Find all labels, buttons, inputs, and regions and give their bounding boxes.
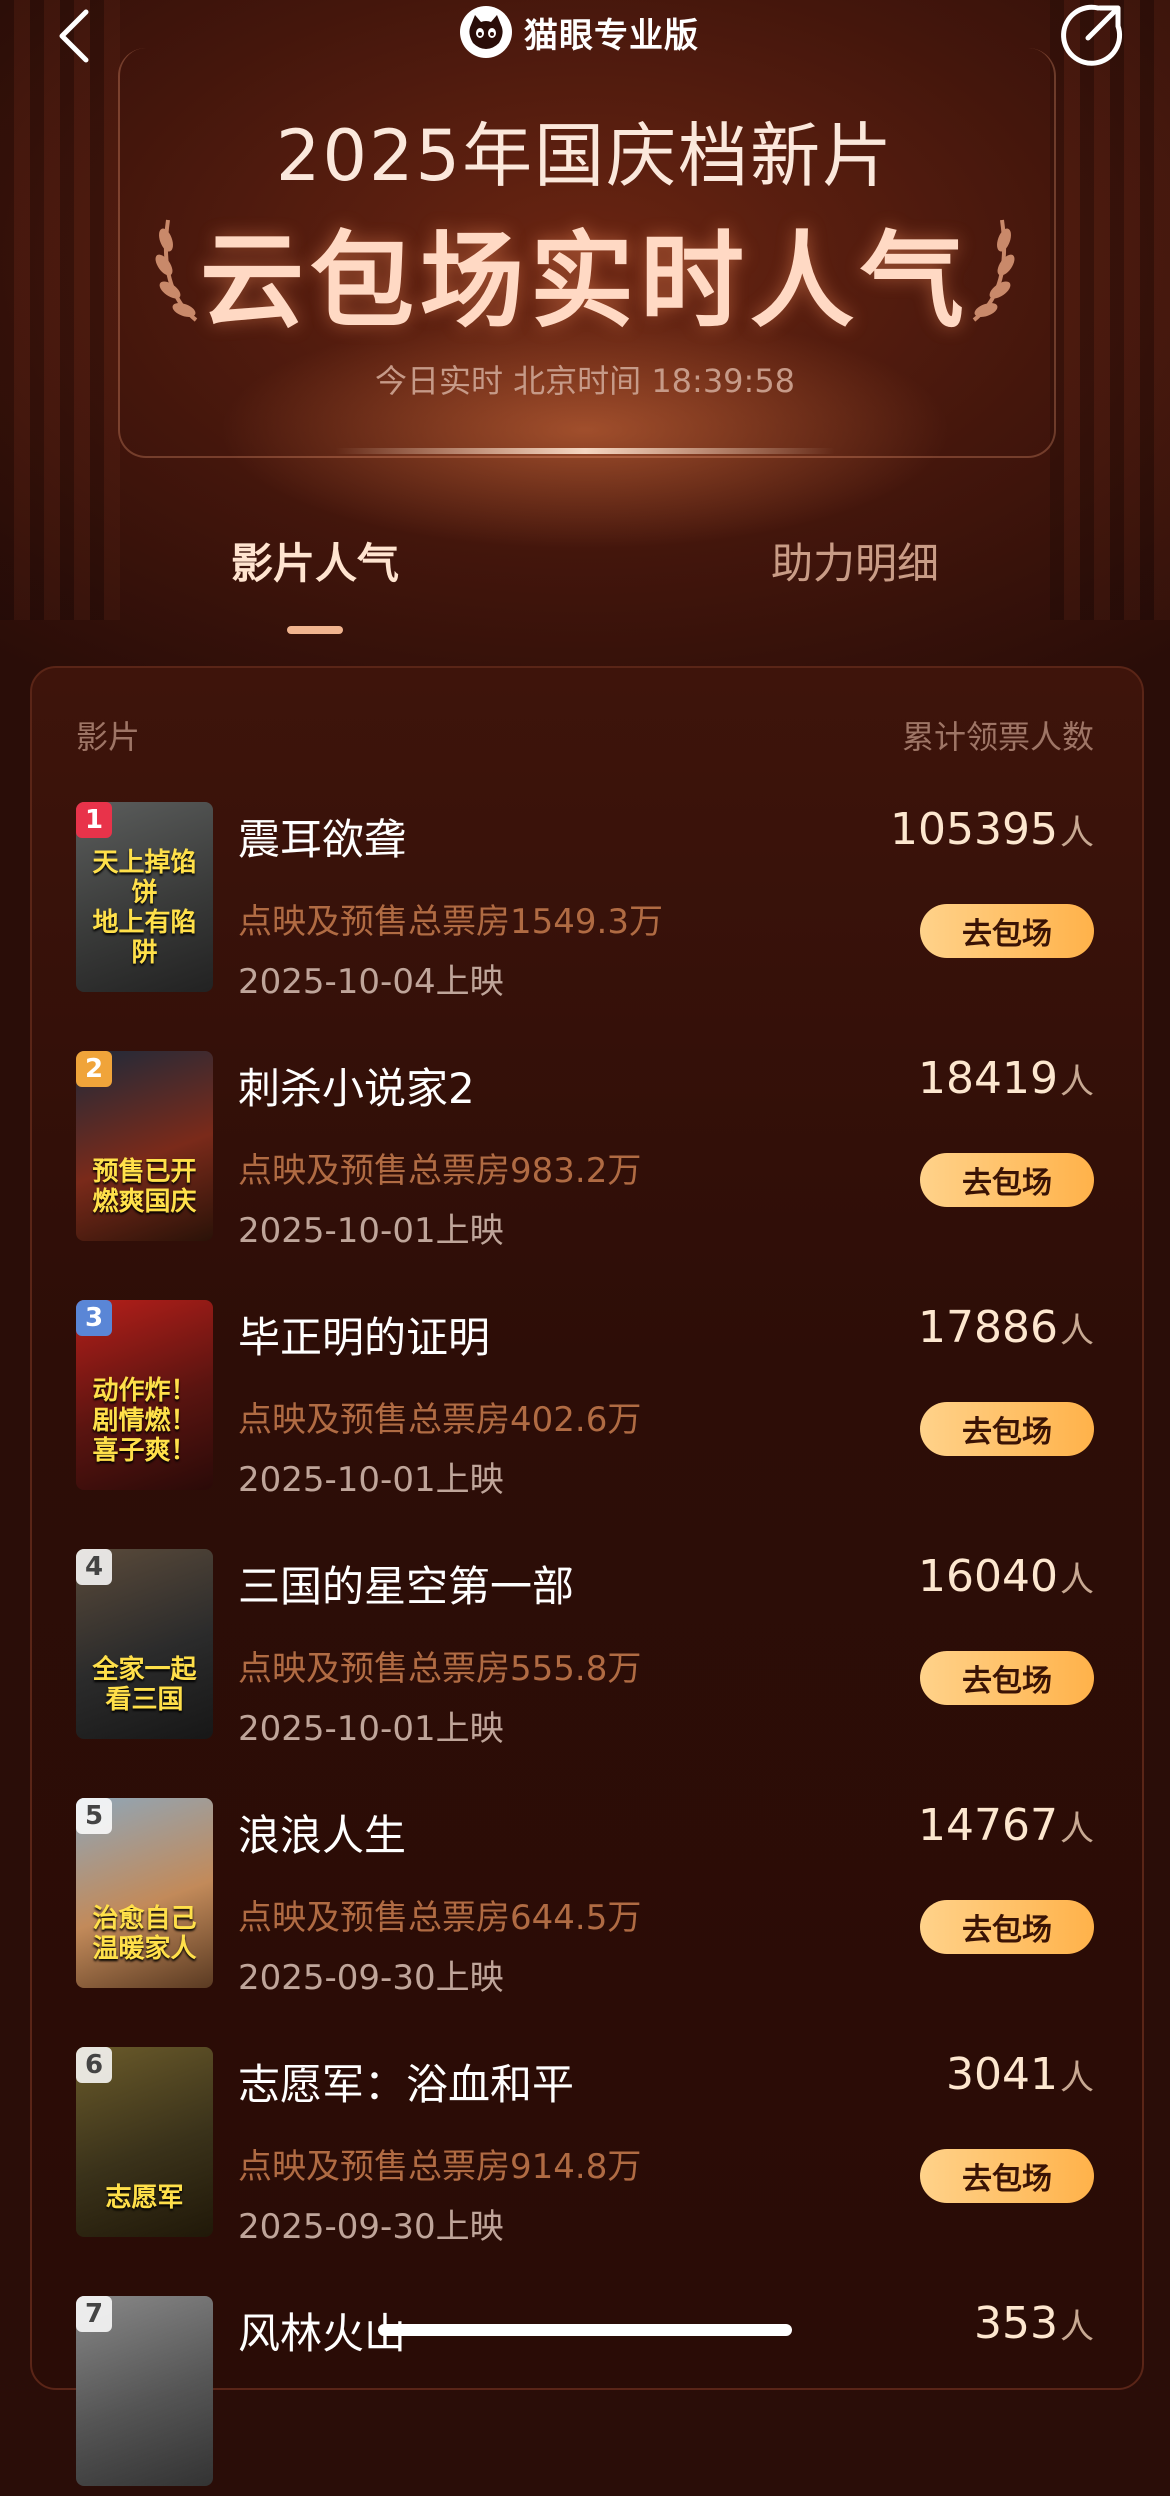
ticket-count-unit: 人 (1060, 813, 1094, 853)
column-header-count: 累计领票人数 (901, 718, 1094, 756)
movie-release-date: 2025-09-30上映 (238, 1958, 504, 1998)
movie-release-date: 2025-10-04上映 (238, 962, 504, 1002)
rank-badge: 4 (76, 1549, 112, 1585)
hero-title-line1: 2025年国庆档新片 (275, 115, 895, 197)
rank-badge: 3 (76, 1300, 112, 1336)
ticket-count: 16040人 (918, 1551, 1094, 1602)
ticket-count-value: 353 (974, 2298, 1058, 2349)
movie-box-office: 点映及预售总票房914.8万 (238, 2147, 642, 2187)
glow-divider (335, 448, 835, 454)
movie-poster[interactable]: 7 (76, 2296, 213, 2486)
ticket-count-unit: 人 (1060, 1062, 1094, 1102)
ticket-count-unit: 人 (1060, 2058, 1094, 2098)
poster-caption: 动作炸！剧情燃！喜子爽！ (92, 1376, 197, 1466)
movie-title[interactable]: 浪浪人生 (238, 1802, 406, 1863)
rank-badge: 2 (76, 1051, 112, 1087)
time-prefix: 今日实时 北京时间 (374, 362, 642, 400)
movie-title[interactable]: 志愿军：浴血和平 (238, 2051, 574, 2112)
ticket-count-unit: 人 (1060, 2307, 1094, 2347)
movie-release-date: 2025-10-01上映 (238, 1460, 504, 1500)
movie-poster[interactable]: 预售已开 燃爽国庆 2 (76, 1051, 213, 1241)
column-header-movie: 影片 (76, 718, 141, 756)
movie-poster[interactable]: 天上掉馅饼 地上有陷阱 1 (76, 802, 213, 992)
poster-caption: 治愈自己 温暖家人 (92, 1904, 197, 1964)
poster-caption: 志愿军 (105, 2183, 184, 2213)
movie-release-date: 2025-10-01上映 (238, 1211, 504, 1251)
book-screening-button[interactable]: 去包场 (920, 2149, 1094, 2203)
movie-box-office: 点映及预售总票房402.6万 (238, 1400, 642, 1440)
ticket-count: 105395人 (890, 804, 1094, 855)
share-icon[interactable] (1058, 0, 1126, 68)
movie-box-office: 点映及预售总票房555.8万 (238, 1649, 642, 1689)
movie-row[interactable]: 天上掉馅饼 地上有陷阱 1 震耳欲聋点映及预售总票房1549.3万 2025-10-0… (76, 802, 1094, 1002)
poster-caption: 预售已开 燃爽国庆 (92, 1157, 197, 1217)
ticket-count-value: 105395 (890, 804, 1058, 855)
movie-row[interactable]: 动作炸！剧情燃！喜子爽！ 3 毕正明的证明点映及预售总票房402.6万 2025-10… (76, 1300, 1094, 1500)
movie-row[interactable]: 预售已开 燃爽国庆 2 刺杀小说家2 点映及预售总票房983.2万 2025-10-01… (76, 1051, 1094, 1251)
movie-poster[interactable]: 动作炸！剧情燃！喜子爽！ 3 (76, 1300, 213, 1490)
ticket-count-value: 3041 (946, 2049, 1058, 2100)
ticket-count-value: 17886 (918, 1302, 1058, 1353)
movie-box-office: 点映及预售总票房983.2万 (238, 1151, 642, 1191)
rank-badge: 1 (76, 802, 112, 838)
movie-box-office: 点映及预售总票房644.5万 (238, 1898, 642, 1938)
laurel-right-icon (972, 219, 1015, 322)
movie-title[interactable]: 震耳欲聋 (238, 806, 406, 867)
movie-poster[interactable]: 全家一起 看三国 4 (76, 1549, 213, 1739)
tab-support-details[interactable]: 助力明细 (705, 530, 1005, 591)
rank-badge: 5 (76, 1798, 112, 1834)
movie-row[interactable]: 志愿军 6 志愿军：浴血和平点映及预售总票房914.8万 2025-09-30上映 30… (76, 2047, 1094, 2247)
movie-row[interactable]: 全家一起 看三国 4 三国的星空第一部点映及预售总票房555.8万 2025-10-0… (76, 1549, 1094, 1749)
book-screening-button[interactable]: 去包场 (920, 1153, 1094, 1207)
movie-poster[interactable]: 志愿军 6 (76, 2047, 213, 2237)
ticket-count: 3041人 (946, 2049, 1094, 2100)
back-arrow-icon[interactable] (52, 6, 96, 66)
ticket-count-value: 14767 (918, 1800, 1058, 1851)
movie-title[interactable]: 毕正明的证明 (238, 1304, 490, 1365)
ticket-count-value: 16040 (918, 1551, 1058, 1602)
rank-badge: 7 (76, 2296, 112, 2332)
tab-movie-popularity[interactable]: 影片人气 (165, 530, 465, 591)
tab-active-indicator (287, 626, 343, 634)
ticket-count: 14767人 (918, 1800, 1094, 1851)
book-screening-button[interactable]: 去包场 (920, 1402, 1094, 1456)
poster-caption: 全家一起 看三国 (92, 1655, 197, 1715)
ticket-count: 353人 (974, 2298, 1094, 2349)
movie-box-office: 点映及预售总票房1549.3万 (238, 902, 663, 942)
tab-bar: 影片人气 助力明细 (0, 530, 1170, 640)
movie-row[interactable]: 治愈自己 温暖家人 5 浪浪人生点映及预售总票房644.5万 2025-09-30上映… (76, 1798, 1094, 1998)
ticket-count-unit: 人 (1060, 1809, 1094, 1849)
ticket-count-unit: 人 (1060, 1560, 1094, 1600)
book-screening-button[interactable]: 去包场 (920, 904, 1094, 958)
movie-release-date: 2025-09-30上映 (238, 2207, 504, 2247)
book-screening-button[interactable]: 去包场 (920, 1651, 1094, 1705)
movie-title[interactable]: 刺杀小说家2 (238, 1055, 475, 1116)
realtime-clock: 今日实时 北京时间 18:39:58 (0, 356, 1170, 402)
ticket-count-unit: 人 (1060, 1311, 1094, 1351)
ticket-count: 17886人 (918, 1302, 1094, 1353)
ticket-count-value: 18419 (918, 1053, 1058, 1104)
book-screening-button[interactable]: 去包场 (920, 1900, 1094, 1954)
movie-release-date: 2025-10-01上映 (238, 1709, 504, 1749)
ticket-count: 18419人 (918, 1053, 1094, 1104)
rank-badge: 6 (76, 2047, 112, 2083)
time-value: 18:39:58 (651, 362, 796, 400)
home-indicator (378, 2324, 792, 2336)
movie-poster[interactable]: 治愈自己 温暖家人 5 (76, 1798, 213, 1988)
poster-caption: 天上掉馅饼 地上有陷阱 (92, 848, 197, 968)
movie-title[interactable]: 三国的星空第一部 (238, 1553, 574, 1614)
